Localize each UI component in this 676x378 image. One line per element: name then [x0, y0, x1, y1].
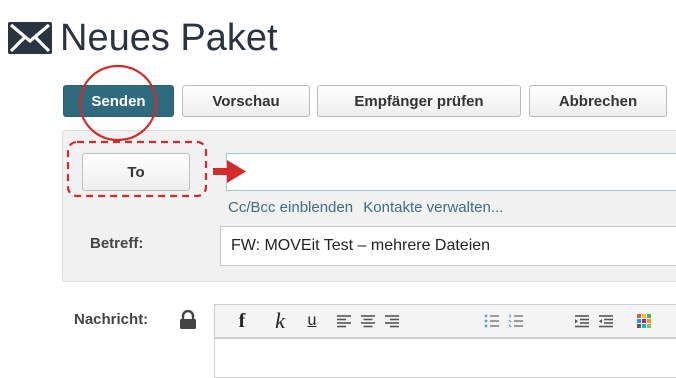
red-circle-highlight [78, 64, 158, 142]
red-arrow-icon [213, 160, 246, 183]
annotation-overlay [66, 64, 246, 198]
red-dashed-box [66, 140, 208, 198]
